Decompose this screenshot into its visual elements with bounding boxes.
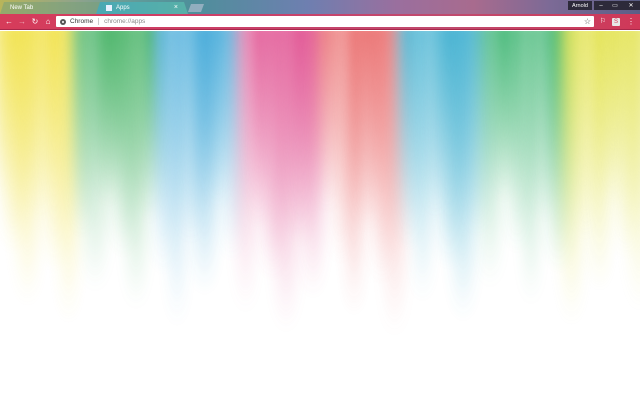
site-chip: Chrome bbox=[70, 18, 94, 25]
close-icon[interactable]: ✕ bbox=[622, 1, 640, 10]
new-tab-button[interactable] bbox=[188, 4, 204, 12]
back-arrow-icon[interactable]: ← bbox=[4, 17, 14, 27]
tab-apps[interactable]: Apps × bbox=[96, 2, 188, 14]
page-content bbox=[0, 31, 640, 400]
bookmark-star-icon[interactable]: ☆ bbox=[584, 16, 591, 27]
url-text[interactable]: chrome://apps bbox=[104, 18, 145, 25]
menu-kebab-icon[interactable]: ⋮ bbox=[626, 17, 636, 27]
tab-close-icon[interactable]: × bbox=[174, 4, 178, 11]
minimize-icon[interactable]: – bbox=[594, 1, 608, 10]
profile-button[interactable]: Arnold bbox=[568, 1, 592, 10]
forward-arrow-icon[interactable]: → bbox=[17, 17, 27, 27]
tab-label: New Tab bbox=[10, 5, 34, 11]
theme-background bbox=[0, 31, 640, 400]
tab-label: Apps bbox=[116, 5, 130, 11]
apps-grid-icon bbox=[106, 5, 112, 11]
omnibox-divider bbox=[98, 18, 100, 25]
home-icon[interactable]: ⌂ bbox=[43, 17, 53, 27]
extension-icon[interactable]: ⚐ bbox=[598, 17, 608, 27]
browser-toolbar: ← → ↻ ⌂ Chrome chrome://apps ☆ ⚐ S ⋮ bbox=[0, 14, 640, 30]
chrome-page-icon bbox=[60, 18, 66, 25]
title-bar: New Tab Apps × Arnold – ▭ ✕ bbox=[0, 0, 640, 14]
address-bar[interactable]: Chrome chrome://apps ☆ bbox=[56, 16, 594, 27]
maximize-icon[interactable]: ▭ bbox=[608, 1, 622, 10]
aurora-streak bbox=[627, 31, 640, 312]
tab-new-tab[interactable]: New Tab bbox=[0, 2, 104, 14]
extension-s-icon[interactable]: S bbox=[612, 18, 620, 26]
reload-icon[interactable]: ↻ bbox=[30, 17, 40, 27]
